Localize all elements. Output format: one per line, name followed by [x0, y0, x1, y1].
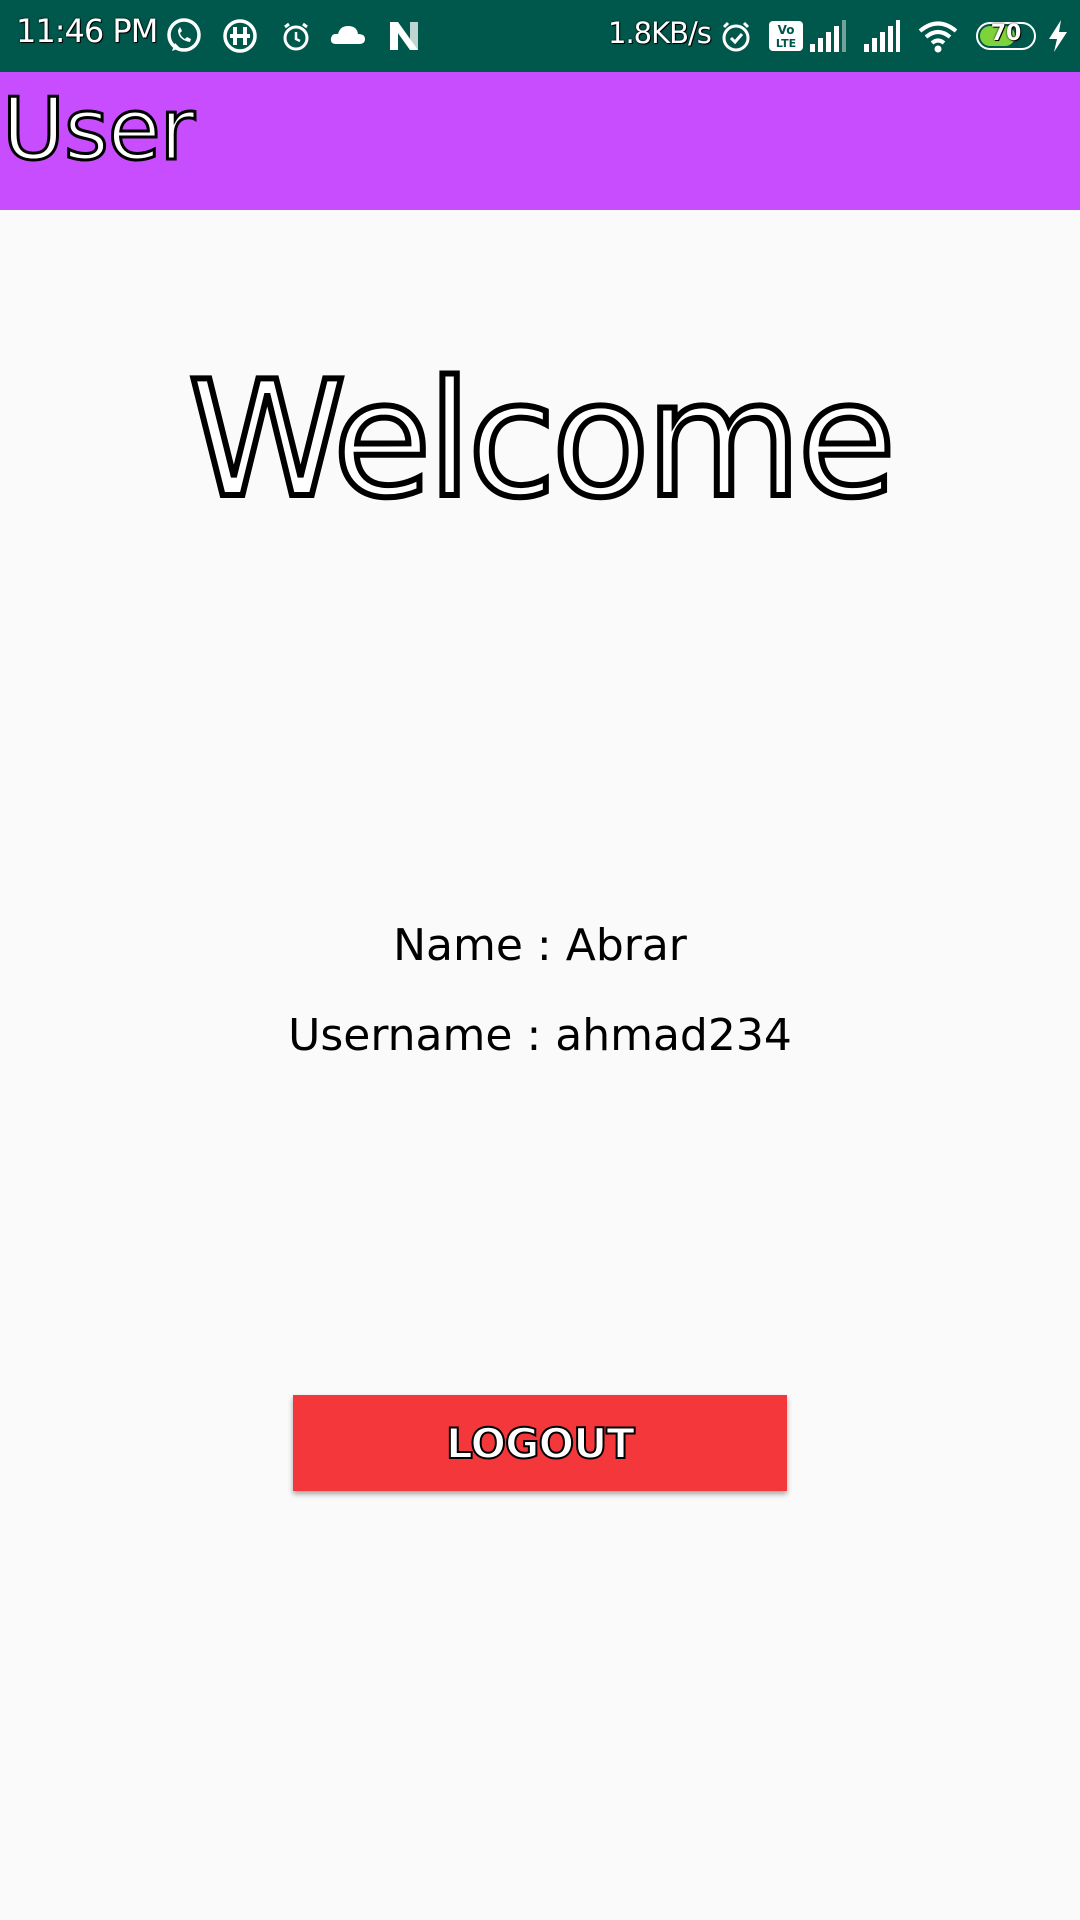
battery-percent: 70: [990, 21, 1022, 46]
signal-icon: [864, 20, 900, 52]
battery-icon: 70: [976, 21, 1036, 50]
cloud-icon: [330, 26, 365, 44]
welcome-heading: Welcome: [185, 346, 899, 533]
status-time: 11:46 PM: [16, 12, 158, 50]
volte-label-top: Vo: [778, 23, 795, 37]
charging-icon: [1049, 20, 1067, 52]
volte-label-bottom: LTE: [776, 37, 796, 50]
alarm-icon: [283, 22, 309, 51]
logout-button[interactable]: LOGOUT: [293, 1395, 787, 1491]
username-text: Username : ahmad234: [288, 1010, 792, 1061]
hike-icon: [223, 19, 257, 53]
whatsapp-icon: [167, 18, 201, 52]
n-app-icon: [390, 22, 418, 50]
alarm-icon: [722, 21, 750, 52]
network-speed: 1.8KB/s: [608, 16, 712, 50]
wifi-icon: [918, 21, 958, 53]
signal-icon: [810, 20, 846, 52]
app-bar: User: [0, 72, 1080, 210]
app-title: User: [0, 79, 196, 182]
name-text: Name : Abrar: [393, 920, 687, 971]
status-bar: 11:46 PM 1.8KB/s Vo LTE 70: [0, 0, 1080, 72]
volte-icon: Vo LTE: [769, 21, 803, 51]
